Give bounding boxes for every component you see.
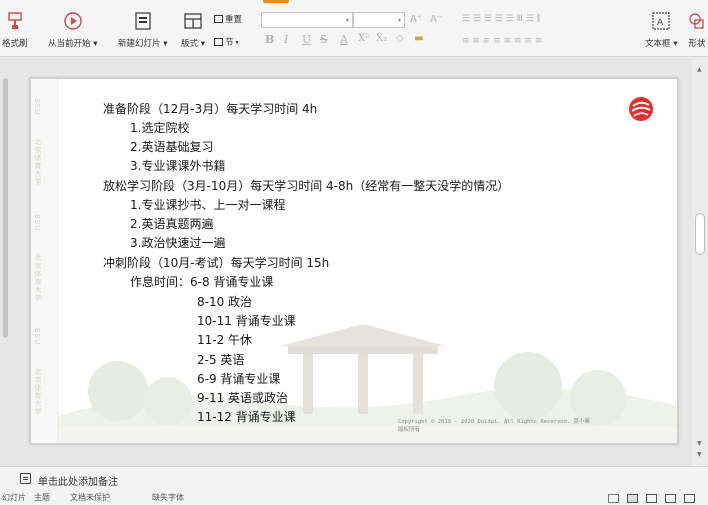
paragraph-tools-icon[interactable]: ☰ ☰ ☰ ☰ ☰ Ⅲ ☰ ⫼ xyxy=(462,14,541,24)
thumbnail-panel-edge xyxy=(0,58,12,466)
notes-icon xyxy=(20,473,31,484)
layout-button[interactable]: 版式 ▾ xyxy=(181,10,205,49)
chevron-down-icon: ▾ xyxy=(397,17,401,24)
slide-sorter-icon[interactable] xyxy=(646,494,657,503)
scrollbar-thumb[interactable] xyxy=(695,213,705,255)
theme-name[interactable]: 主题 xyxy=(34,492,50,503)
text-box-button[interactable]: A 文本框 ▾ xyxy=(645,10,677,49)
missing-font-status[interactable]: 缺失字体 xyxy=(152,492,184,503)
section-icon xyxy=(214,38,223,46)
text-box-label: 文本框 ▾ xyxy=(645,39,678,49)
slide-editor-area: BSU 北京体育大学 BSU 北京体育大学 BSU 北京体育大学 准备阶段（12… xyxy=(0,58,708,466)
grow-font-icon[interactable]: A⁺ xyxy=(410,14,422,25)
shape-button[interactable]: 形状 xyxy=(686,10,708,49)
new-slide-label: 新建幻灯片 ▾ xyxy=(118,39,168,49)
italic-icon[interactable]: I xyxy=(284,33,288,46)
alignment-tools-icon[interactable]: ≡ ≡ ≡ ≡ ≡ ≡ ≡ ≡ xyxy=(462,36,542,46)
clear-format-icon[interactable]: ◇ xyxy=(396,33,404,44)
play-from-current-button[interactable]: 从当前开始 ▾ xyxy=(48,10,97,49)
section-button[interactable]: 节 ▾ xyxy=(214,36,239,48)
subscript-icon[interactable]: X₂ xyxy=(376,33,387,44)
doc-check-status[interactable]: 文档未保护 xyxy=(70,492,110,503)
reading-view-icon[interactable] xyxy=(665,494,676,503)
highlight-icon[interactable]: ▬ xyxy=(414,33,423,44)
layout-label: 版式 ▾ xyxy=(181,39,205,49)
shape-icon xyxy=(689,13,704,29)
text-box-icon: A xyxy=(652,12,670,30)
font-size-select[interactable]: ▾ xyxy=(353,12,405,28)
new-slide-button[interactable]: 新建幻灯片 ▾ xyxy=(118,10,167,49)
superscript-icon[interactable]: X² xyxy=(358,33,369,44)
strikethrough-icon[interactable]: S xyxy=(320,33,328,46)
reset-icon xyxy=(214,15,223,23)
layout-icon xyxy=(184,13,202,29)
reset-button[interactable]: 重置 xyxy=(214,13,242,25)
notes-pane[interactable]: 单击此处添加备注 xyxy=(0,466,708,490)
current-slide[interactable]: BSU 北京体育大学 BSU 北京体育大学 BSU 北京体育大学 准备阶段（12… xyxy=(30,78,678,444)
svg-text:A: A xyxy=(657,18,664,28)
new-slide-icon xyxy=(135,12,151,30)
active-tab-indicator xyxy=(263,0,289,3)
format-painter-button[interactable]: 格式刷 xyxy=(2,10,28,49)
presentation-app: { "ribbon": { "format_painter": "格式刷", "… xyxy=(0,0,708,505)
thumbnail-scrollbar[interactable] xyxy=(3,78,8,338)
normal-view-icon[interactable] xyxy=(627,494,638,503)
slideshow-icon[interactable] xyxy=(684,494,695,503)
vertical-scrollbar[interactable]: ▲ ▼ ▼ xyxy=(692,58,708,466)
slide-frame xyxy=(30,78,678,444)
underline-icon[interactable]: U xyxy=(302,33,311,46)
chevron-down-icon: ▾ xyxy=(345,17,349,24)
prev-slide-icon[interactable]: ▼ xyxy=(697,440,702,447)
scroll-up-icon[interactable]: ▲ xyxy=(697,66,702,73)
notes-toggle-icon[interactable] xyxy=(608,494,619,503)
font-color-icon[interactable]: A xyxy=(340,33,348,46)
status-bar: 幻灯片 主题 文档未保护 缺失字体 xyxy=(0,490,708,505)
play-from-current-label: 从当前开始 ▾ xyxy=(48,39,98,49)
next-slide-icon[interactable]: ▼ xyxy=(697,451,702,458)
ribbon-toolbar: 格式刷 从当前开始 ▾ 新建幻灯片 ▾ 版式 ▾ 重置 节 ▾ ▾ ▾ A⁺ A… xyxy=(0,0,708,57)
slide-info: 幻灯片 xyxy=(2,493,26,502)
paint-brush-icon xyxy=(8,12,22,29)
notes-placeholder[interactable]: 单击此处添加备注 xyxy=(38,473,118,488)
bold-icon[interactable]: B xyxy=(265,33,274,46)
font-name-select[interactable]: ▾ xyxy=(261,12,353,28)
shrink-font-icon[interactable]: A⁻ xyxy=(430,14,442,25)
play-icon xyxy=(64,12,82,30)
